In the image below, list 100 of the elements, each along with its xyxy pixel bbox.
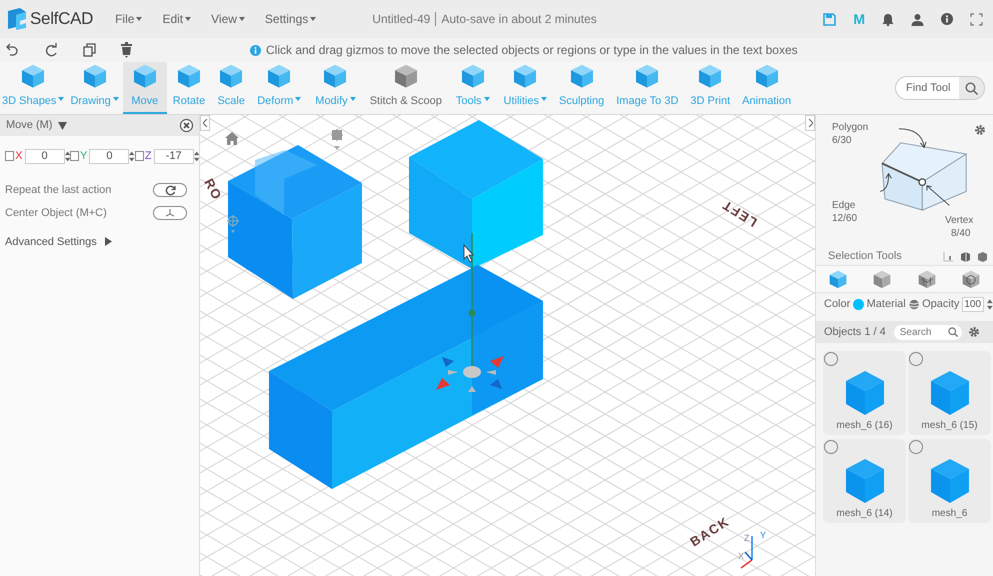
app-name: SelfCAD bbox=[30, 8, 94, 30]
axis-checkbox[interactable] bbox=[70, 151, 80, 162]
tool-button[interactable]: Tools bbox=[448, 62, 498, 114]
expand-icon bbox=[104, 237, 112, 246]
number-field[interactable]: -17 bbox=[154, 148, 194, 164]
advanced-settings-toggle[interactable]: Advanced Settings bbox=[5, 234, 112, 250]
tool-button[interactable]: Image To 3D bbox=[610, 62, 684, 114]
document-title: Untitled-49 bbox=[372, 12, 436, 26]
redo-icon[interactable] bbox=[44, 43, 58, 57]
tool-button[interactable]: 3D Print bbox=[684, 62, 736, 114]
blocks-drawing[interactable] bbox=[228, 120, 543, 489]
tool-button[interactable]: 3D Shapes bbox=[0, 62, 66, 114]
user-icon[interactable] bbox=[911, 12, 924, 26]
home-icon[interactable] bbox=[225, 132, 239, 145]
color-swatch[interactable] bbox=[853, 298, 864, 310]
tool-button[interactable]: Utilities bbox=[498, 62, 553, 114]
chevron-left-icon bbox=[202, 119, 208, 127]
tool-button[interactable]: Animation bbox=[736, 62, 798, 114]
move-gizmo-drawing[interactable] bbox=[436, 233, 504, 392]
spinner-icon[interactable] bbox=[987, 298, 993, 310]
selection-label: Vertex bbox=[945, 215, 974, 227]
trash-icon[interactable] bbox=[121, 42, 132, 58]
settings-icon[interactable] bbox=[968, 326, 980, 338]
opacity-field[interactable]: 100 bbox=[962, 296, 984, 312]
panel-title: Move (M) bbox=[6, 118, 52, 134]
info-icon[interactable] bbox=[941, 13, 953, 25]
repeat-button[interactable] bbox=[153, 183, 187, 197]
selection-label: Edge bbox=[832, 200, 856, 212]
undo-icon[interactable] bbox=[5, 43, 19, 57]
collapse-button[interactable] bbox=[805, 115, 815, 131]
target-icon[interactable] bbox=[227, 215, 239, 233]
fullscreen-icon[interactable] bbox=[970, 12, 983, 26]
tool-button[interactable]: Deform bbox=[251, 62, 308, 114]
cube-icon bbox=[930, 458, 970, 504]
sphere-cube-icon[interactable] bbox=[960, 269, 981, 289]
wireframe-cube-icon[interactable] bbox=[872, 269, 892, 289]
dropdown-icon[interactable] bbox=[58, 122, 68, 130]
objects-count: Objects 1 / 4 bbox=[824, 324, 886, 340]
cube-icon bbox=[175, 62, 203, 90]
chevron-right-icon bbox=[808, 119, 812, 127]
menu-link[interactable]: Edit bbox=[162, 10, 192, 28]
axis-label: Z bbox=[744, 533, 750, 543]
caret-icon bbox=[295, 97, 302, 102]
object-name: mesh_6 bbox=[932, 507, 968, 521]
center-button[interactable] bbox=[153, 206, 187, 220]
object-name: mesh_6 (14) bbox=[836, 507, 893, 521]
axis-checkbox[interactable] bbox=[134, 151, 144, 162]
search-button[interactable] bbox=[944, 324, 962, 340]
select-radio[interactable] bbox=[824, 352, 838, 366]
object-card[interactable]: mesh_6 bbox=[908, 439, 991, 523]
select-faces-icon[interactable] bbox=[960, 250, 971, 262]
grid-cube-icon[interactable] bbox=[916, 269, 937, 289]
tool-button[interactable]: Drawing bbox=[66, 62, 123, 114]
caret-icon bbox=[350, 97, 356, 102]
axis-label: Y bbox=[760, 530, 766, 540]
menu-link[interactable]: File bbox=[115, 10, 142, 28]
axis-label: X bbox=[738, 551, 744, 561]
section-label: Selection Tools bbox=[828, 248, 902, 264]
view-cube-icon[interactable] bbox=[331, 129, 343, 151]
menu-link[interactable]: Settings bbox=[264, 10, 316, 28]
menu-link[interactable]: View bbox=[211, 10, 245, 28]
material-label: Material bbox=[866, 296, 906, 312]
search-icon bbox=[948, 327, 958, 337]
number-field[interactable]: 0 bbox=[24, 148, 64, 164]
object-card[interactable]: mesh_6 (15) bbox=[908, 351, 991, 435]
object-card[interactable]: mesh_6 (16) bbox=[823, 351, 906, 435]
search-field[interactable]: Search bbox=[894, 324, 944, 340]
selection-label: 6/30 bbox=[832, 135, 852, 147]
refresh-icon bbox=[164, 184, 176, 196]
object-name: mesh_6 (15) bbox=[921, 419, 978, 433]
select-radio[interactable] bbox=[909, 352, 923, 366]
caret-icon bbox=[112, 97, 119, 102]
close-icon[interactable] bbox=[180, 119, 193, 132]
action-label: Repeat the last action bbox=[5, 182, 112, 198]
cube-icon bbox=[844, 458, 884, 504]
selection-label: 8/40 bbox=[951, 228, 970, 240]
select-radio[interactable] bbox=[824, 440, 838, 454]
tool-button[interactable]: Sculpting bbox=[552, 62, 610, 114]
object-card[interactable]: mesh_6 (14) bbox=[823, 439, 906, 523]
caret-icon bbox=[540, 97, 547, 102]
axis-checkbox[interactable] bbox=[5, 151, 14, 162]
caret-icon bbox=[238, 17, 245, 21]
select-pointer-icon[interactable] bbox=[943, 250, 954, 262]
axis-label: X bbox=[15, 149, 22, 164]
bell-icon[interactable] bbox=[882, 12, 894, 26]
material-sphere-icon[interactable] bbox=[908, 298, 920, 310]
collapse-button[interactable] bbox=[200, 115, 210, 131]
tool-button[interactable]: Modify bbox=[307, 62, 364, 114]
select-radio[interactable] bbox=[909, 440, 923, 454]
select-object-icon[interactable] bbox=[977, 250, 988, 262]
autosave-status: Auto-save in about 2 minutes bbox=[441, 11, 597, 28]
solid-cube-icon[interactable] bbox=[828, 269, 848, 289]
caret-icon bbox=[310, 17, 316, 21]
settings-icon[interactable] bbox=[974, 124, 986, 136]
color-label: Color bbox=[824, 296, 850, 312]
tool-button[interactable]: Rotate bbox=[166, 62, 212, 114]
copy-icon[interactable] bbox=[83, 43, 96, 57]
number-field[interactable]: 0 bbox=[89, 148, 130, 164]
cursor-icon bbox=[464, 244, 474, 263]
tool-button[interactable]: Scale bbox=[211, 62, 252, 114]
